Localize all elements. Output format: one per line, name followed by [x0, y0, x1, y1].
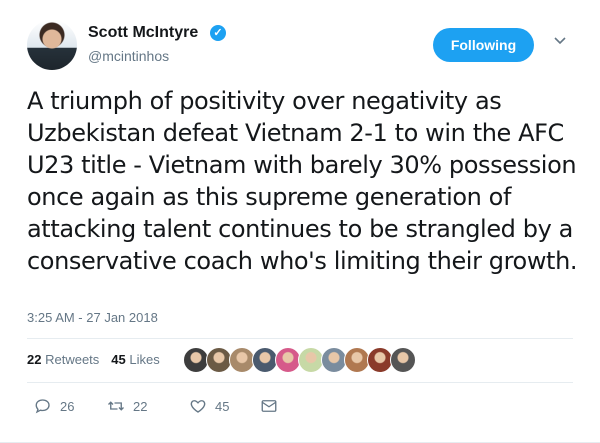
divider	[27, 338, 573, 339]
verified-check-icon: ✓	[210, 25, 226, 41]
like-button[interactable]: 45	[189, 396, 229, 416]
engagement-stats: 22 Retweets 45 Likes	[27, 352, 160, 367]
author-avatar[interactable]	[27, 20, 77, 70]
following-button[interactable]: Following	[433, 28, 534, 62]
tweet-timestamp[interactable]: 3:25 AM - 27 Jan 2018	[27, 310, 158, 325]
tweet-text: A triumph of positivity over negativity …	[27, 87, 578, 275]
retweets-count: 22	[27, 352, 42, 367]
retweet-icon	[108, 401, 124, 411]
reply-button[interactable]: 26	[34, 396, 74, 416]
reply-count: 26	[60, 398, 75, 414]
author-handle[interactable]: @mcintinhos	[88, 48, 169, 64]
reply-icon	[35, 399, 50, 414]
direct-message-button[interactable]	[260, 396, 286, 416]
envelope-icon	[261, 400, 277, 412]
retweets-label: Retweets	[45, 352, 100, 367]
retweet-button[interactable]: 22	[107, 396, 147, 416]
retweet-count: 22	[133, 398, 148, 414]
tweet-card: Scott McIntyre ✓ @mcintinhos Following A…	[0, 0, 600, 443]
divider	[27, 382, 573, 383]
likes-stat[interactable]: 45 Likes	[111, 352, 159, 367]
retweets-stat[interactable]: 22 Retweets	[27, 352, 99, 367]
liker-avatar[interactable]	[390, 347, 416, 373]
heart-icon	[190, 400, 206, 413]
likes-label: Likes	[129, 352, 160, 367]
like-count: 45	[215, 398, 230, 414]
author-name[interactable]: Scott McIntyre	[88, 24, 198, 42]
chevron-down-icon[interactable]	[554, 33, 566, 49]
likes-count: 45	[111, 352, 126, 367]
